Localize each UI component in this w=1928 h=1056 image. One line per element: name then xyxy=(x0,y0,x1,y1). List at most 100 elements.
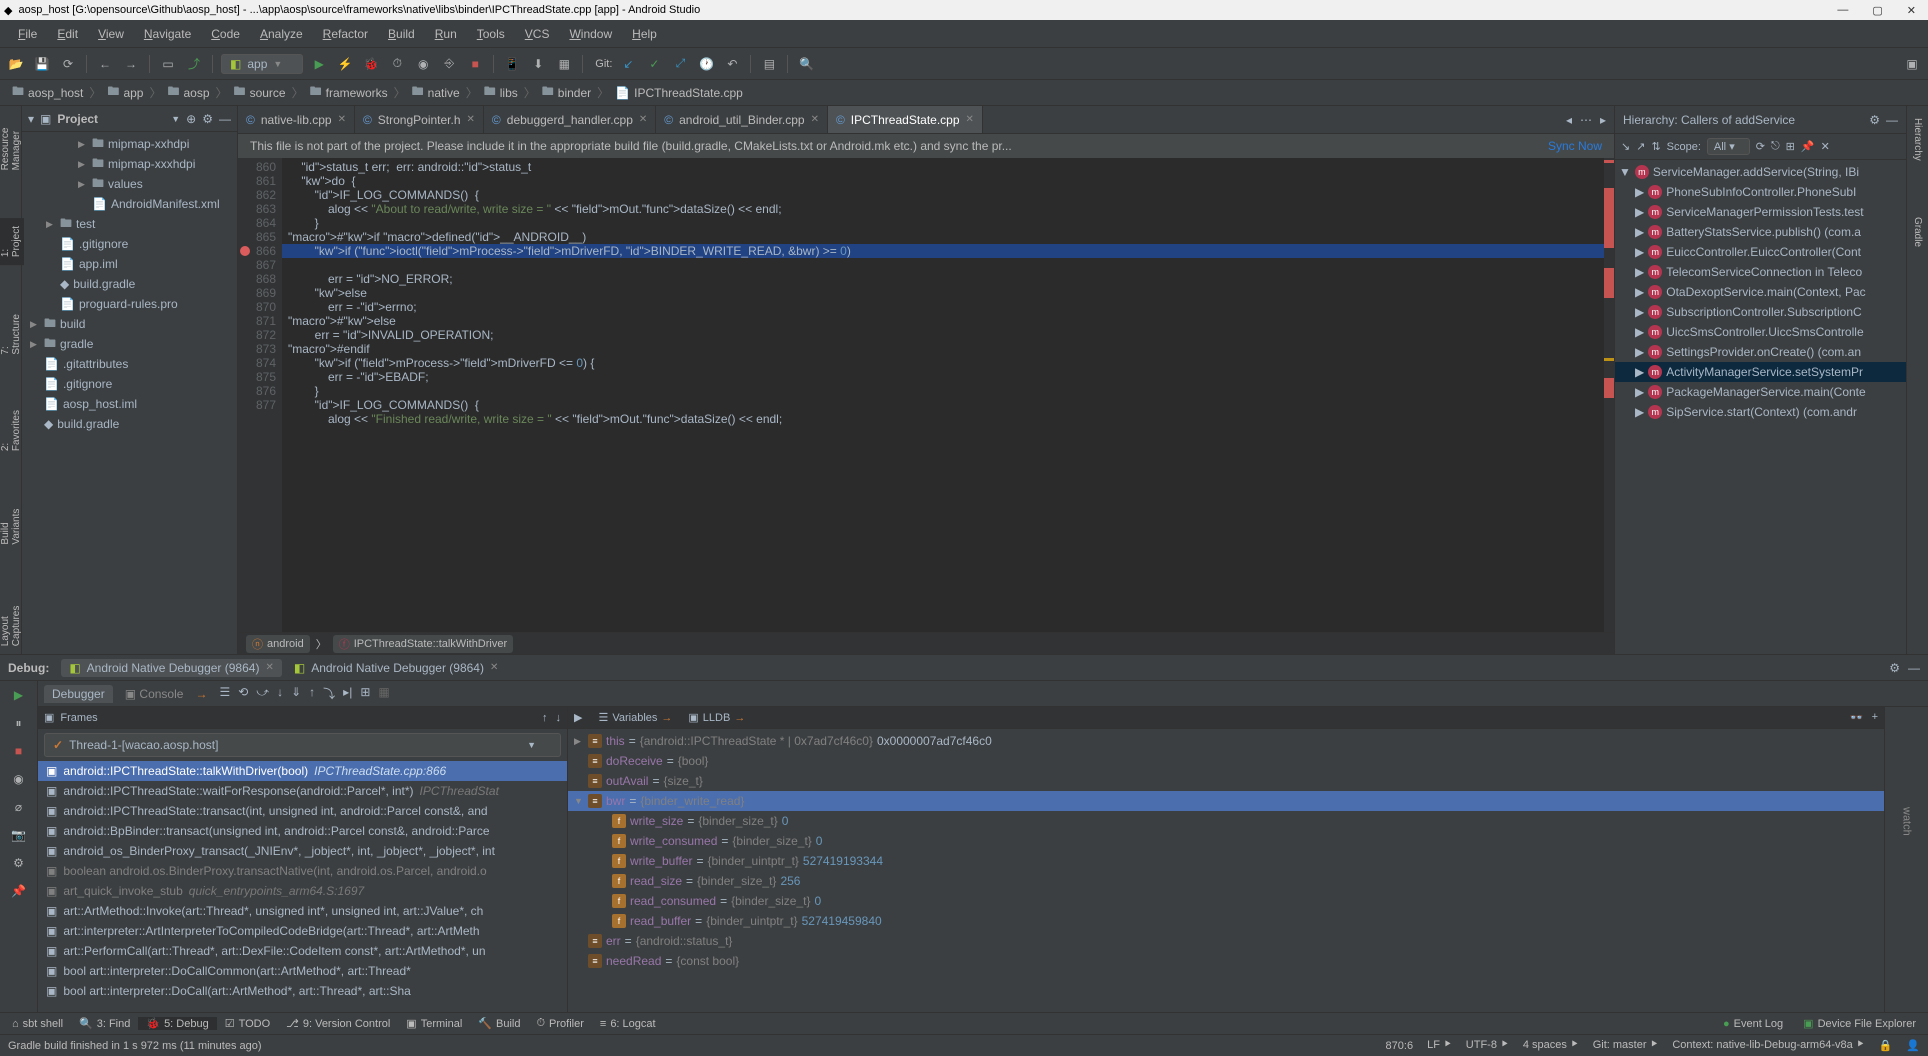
stack-frame[interactable]: ▣android::IPCThreadState::waitForRespons… xyxy=(38,781,567,801)
view-breakpoints-icon[interactable]: ◉ xyxy=(9,769,29,789)
hierarchy-item[interactable]: ▶mBatteryStatsService.publish() (com.a xyxy=(1615,222,1906,242)
error-stripe[interactable] xyxy=(1604,158,1614,632)
save-icon[interactable]: 💾 xyxy=(32,54,52,74)
hierarchy-item[interactable]: ▶mOtaDexoptService.main(Context, Pac xyxy=(1615,282,1906,302)
collapse-icon[interactable]: — xyxy=(219,112,231,126)
hierarchy-right-tab[interactable]: Hierarchy xyxy=(1910,110,1925,169)
minimize-button[interactable]: — xyxy=(1837,4,1848,17)
vars-expand-icon[interactable]: ▶ xyxy=(574,711,582,724)
menu-edit[interactable]: Edit xyxy=(47,27,88,41)
hierarchy-item[interactable]: ▶mSubscriptionController.SubscriptionC xyxy=(1615,302,1906,322)
back-icon[interactable]: ← xyxy=(95,54,115,74)
memory-indicator-icon[interactable]: 👤 xyxy=(1906,1039,1920,1052)
device-icon[interactable]: ▭ xyxy=(158,54,178,74)
bottom-tab[interactable]: 🐞5: Debug xyxy=(138,1017,216,1030)
code-area[interactable]: "id">status_t err; err: android::"id">st… xyxy=(282,158,1604,632)
hierarchy-item[interactable]: ▶mActivityManagerService.setSystemPr xyxy=(1615,362,1906,382)
project-node[interactable]: ▶🖿mipmap-xxhdpi xyxy=(22,134,237,154)
build-context[interactable]: Context: native-lib-Debug-arm64-v8a ⯈ xyxy=(1672,1039,1864,1052)
menu-navigate[interactable]: Navigate xyxy=(134,27,201,41)
profile-icon[interactable]: ⏱ xyxy=(387,54,407,74)
close-icon[interactable]: ✕ xyxy=(265,662,273,673)
breadcrumb-6[interactable]: 🖿libs xyxy=(480,82,522,103)
project-node[interactable]: 📄aosp_host.iml xyxy=(22,394,237,414)
build-variants-tab[interactable]: Build Variants xyxy=(0,499,24,553)
apply-changes-icon[interactable]: ⚡ xyxy=(335,54,355,74)
variable-row[interactable]: ≡err = {android::status_t} xyxy=(568,931,1884,951)
hierarchy-item[interactable]: ▶mUiccSmsController.UiccSmsControlle xyxy=(1615,322,1906,342)
crumb-namespace[interactable]: ⓝ android xyxy=(246,635,310,653)
editor-body[interactable]: 8608618628638648658668678688698708718728… xyxy=(238,158,1614,632)
breadcrumb-7[interactable]: 🖿binder xyxy=(538,82,595,103)
settings-icon[interactable]: ⚙ xyxy=(9,853,29,873)
run-icon[interactable]: ▶ xyxy=(309,54,329,74)
indent[interactable]: 4 spaces ⯈ xyxy=(1523,1039,1579,1052)
hierarchy-tree[interactable]: ▼mServiceManager.addService(String, IBi▶… xyxy=(1615,160,1906,654)
menu-tools[interactable]: Tools xyxy=(467,27,515,41)
stack-frame[interactable]: ▣android_os_BinderProxy_transact(_JNIEnv… xyxy=(38,841,567,861)
gradle-right-tab[interactable]: Gradle xyxy=(1910,209,1925,255)
project-node[interactable]: ▶🖿mipmap-xxxhdpi xyxy=(22,154,237,174)
stack-frame[interactable]: ▣android::IPCThreadState::talkWithDriver… xyxy=(38,761,567,781)
thread-selector[interactable]: ✓ Thread-1-[wacao.aosp.host] ▼ xyxy=(44,733,561,757)
menu-run[interactable]: Run xyxy=(425,27,467,41)
stack-frame[interactable]: ▣art::PerformCall(art::Thread*, art::Dex… xyxy=(38,941,567,961)
callee-icon[interactable]: ↗ xyxy=(1636,140,1645,153)
variable-row[interactable]: fread_buffer = {binder_uintptr_t} 527419… xyxy=(568,911,1884,931)
variable-row[interactable]: fwrite_consumed = {binder_size_t} 0 xyxy=(568,831,1884,851)
restore-icon[interactable]: ⟲ xyxy=(238,685,248,702)
pin-icon[interactable]: 📌 xyxy=(9,881,29,901)
editor-tab[interactable]: ©android_util_Binder.cpp✕ xyxy=(656,106,828,133)
project-node[interactable]: ◆build.gradle xyxy=(22,414,237,434)
prev-frame-icon[interactable]: ↑ xyxy=(542,712,548,724)
project-node[interactable]: 📄.gitignore xyxy=(22,234,237,254)
variable-row[interactable]: ≡outAvail = {size_t} xyxy=(568,771,1884,791)
lock-icon[interactable]: 🔒 xyxy=(1879,1039,1893,1052)
menu-code[interactable]: Code xyxy=(201,27,250,41)
step-out-icon[interactable]: ↑ xyxy=(309,685,315,702)
project-node[interactable]: 📄proguard-rules.pro xyxy=(22,294,237,314)
step-over-icon[interactable]: ⤻ xyxy=(256,685,269,702)
layout-captures-tab[interactable]: Layout Captures xyxy=(0,593,24,654)
favorites-tab[interactable]: 2: Favorites xyxy=(0,402,24,459)
menu-refactor[interactable]: Refactor xyxy=(313,27,378,41)
close-tab-icon[interactable]: ✕ xyxy=(811,114,819,125)
close-icon[interactable]: ✕ xyxy=(1821,140,1830,153)
hierarchy-item[interactable]: ▶mSettingsProvider.onCreate() (com.an xyxy=(1615,342,1906,362)
tab-nav-left-icon[interactable]: ◂ xyxy=(1566,113,1572,127)
vars-tree[interactable]: ▶≡this = {android::IPCThreadState * | 0x… xyxy=(568,729,1884,1012)
breadcrumb-8[interactable]: 📄IPCThreadState.cpp xyxy=(611,86,747,100)
project-node[interactable]: 📄.gitattributes xyxy=(22,354,237,374)
breadcrumb-3[interactable]: 🖿source xyxy=(230,82,290,103)
project-node[interactable]: ▶🖿test xyxy=(22,214,237,234)
hierarchy-item[interactable]: ▶mPackageManagerService.main(Conte xyxy=(1615,382,1906,402)
project-node[interactable]: ▶🖿gradle xyxy=(22,334,237,354)
stack-frame[interactable]: ▣art::ArtMethod::Invoke(art::Thread*, un… xyxy=(38,901,567,921)
ide-settings-icon[interactable]: ▣ xyxy=(1902,54,1922,74)
stack-frame[interactable]: ▣art_quick_invoke_stub quick_entrypoints… xyxy=(38,881,567,901)
variable-row[interactable]: fread_consumed = {binder_size_t} 0 xyxy=(568,891,1884,911)
sync-now-link[interactable]: Sync Now xyxy=(1548,139,1602,153)
editor-tab[interactable]: ©StrongPointer.h✕ xyxy=(355,106,484,133)
gear-icon[interactable]: ⚙ xyxy=(1869,113,1880,127)
project-node[interactable]: 📄.gitignore xyxy=(22,374,237,394)
stop-icon[interactable]: ■ xyxy=(9,741,29,761)
git-branch[interactable]: Git: master ⯈ xyxy=(1593,1039,1659,1052)
close-tab-icon[interactable]: ✕ xyxy=(467,114,475,125)
pin-icon[interactable]: 📌 xyxy=(1801,140,1815,153)
step-into-icon[interactable]: ↓ xyxy=(277,685,283,702)
editor-tab[interactable]: ©IPCThreadState.cpp✕ xyxy=(828,106,983,133)
trace-icon[interactable]: ▦ xyxy=(378,685,389,702)
open-icon[interactable]: 📂 xyxy=(6,54,26,74)
lldb-tab[interactable]: ▣LLDB → xyxy=(688,711,745,724)
git-history-icon[interactable]: 🕐 xyxy=(696,54,716,74)
bottom-tab[interactable]: 🔍3: Find xyxy=(71,1017,138,1030)
structure-tab[interactable]: 7: Structure xyxy=(0,306,24,363)
close-tab-icon[interactable]: ✕ xyxy=(338,114,346,125)
frames-list[interactable]: ▣android::IPCThreadState::talkWithDriver… xyxy=(38,761,567,1012)
close-tab-icon[interactable]: ✕ xyxy=(639,114,647,125)
layout-icon[interactable]: ☰ xyxy=(219,685,230,702)
hierarchy-item[interactable]: ▶mEuiccController.EuiccController(Cont xyxy=(1615,242,1906,262)
menu-file[interactable]: File xyxy=(8,27,47,41)
stack-frame[interactable]: ▣bool art::interpreter::DoCall(art::ArtM… xyxy=(38,981,567,1001)
